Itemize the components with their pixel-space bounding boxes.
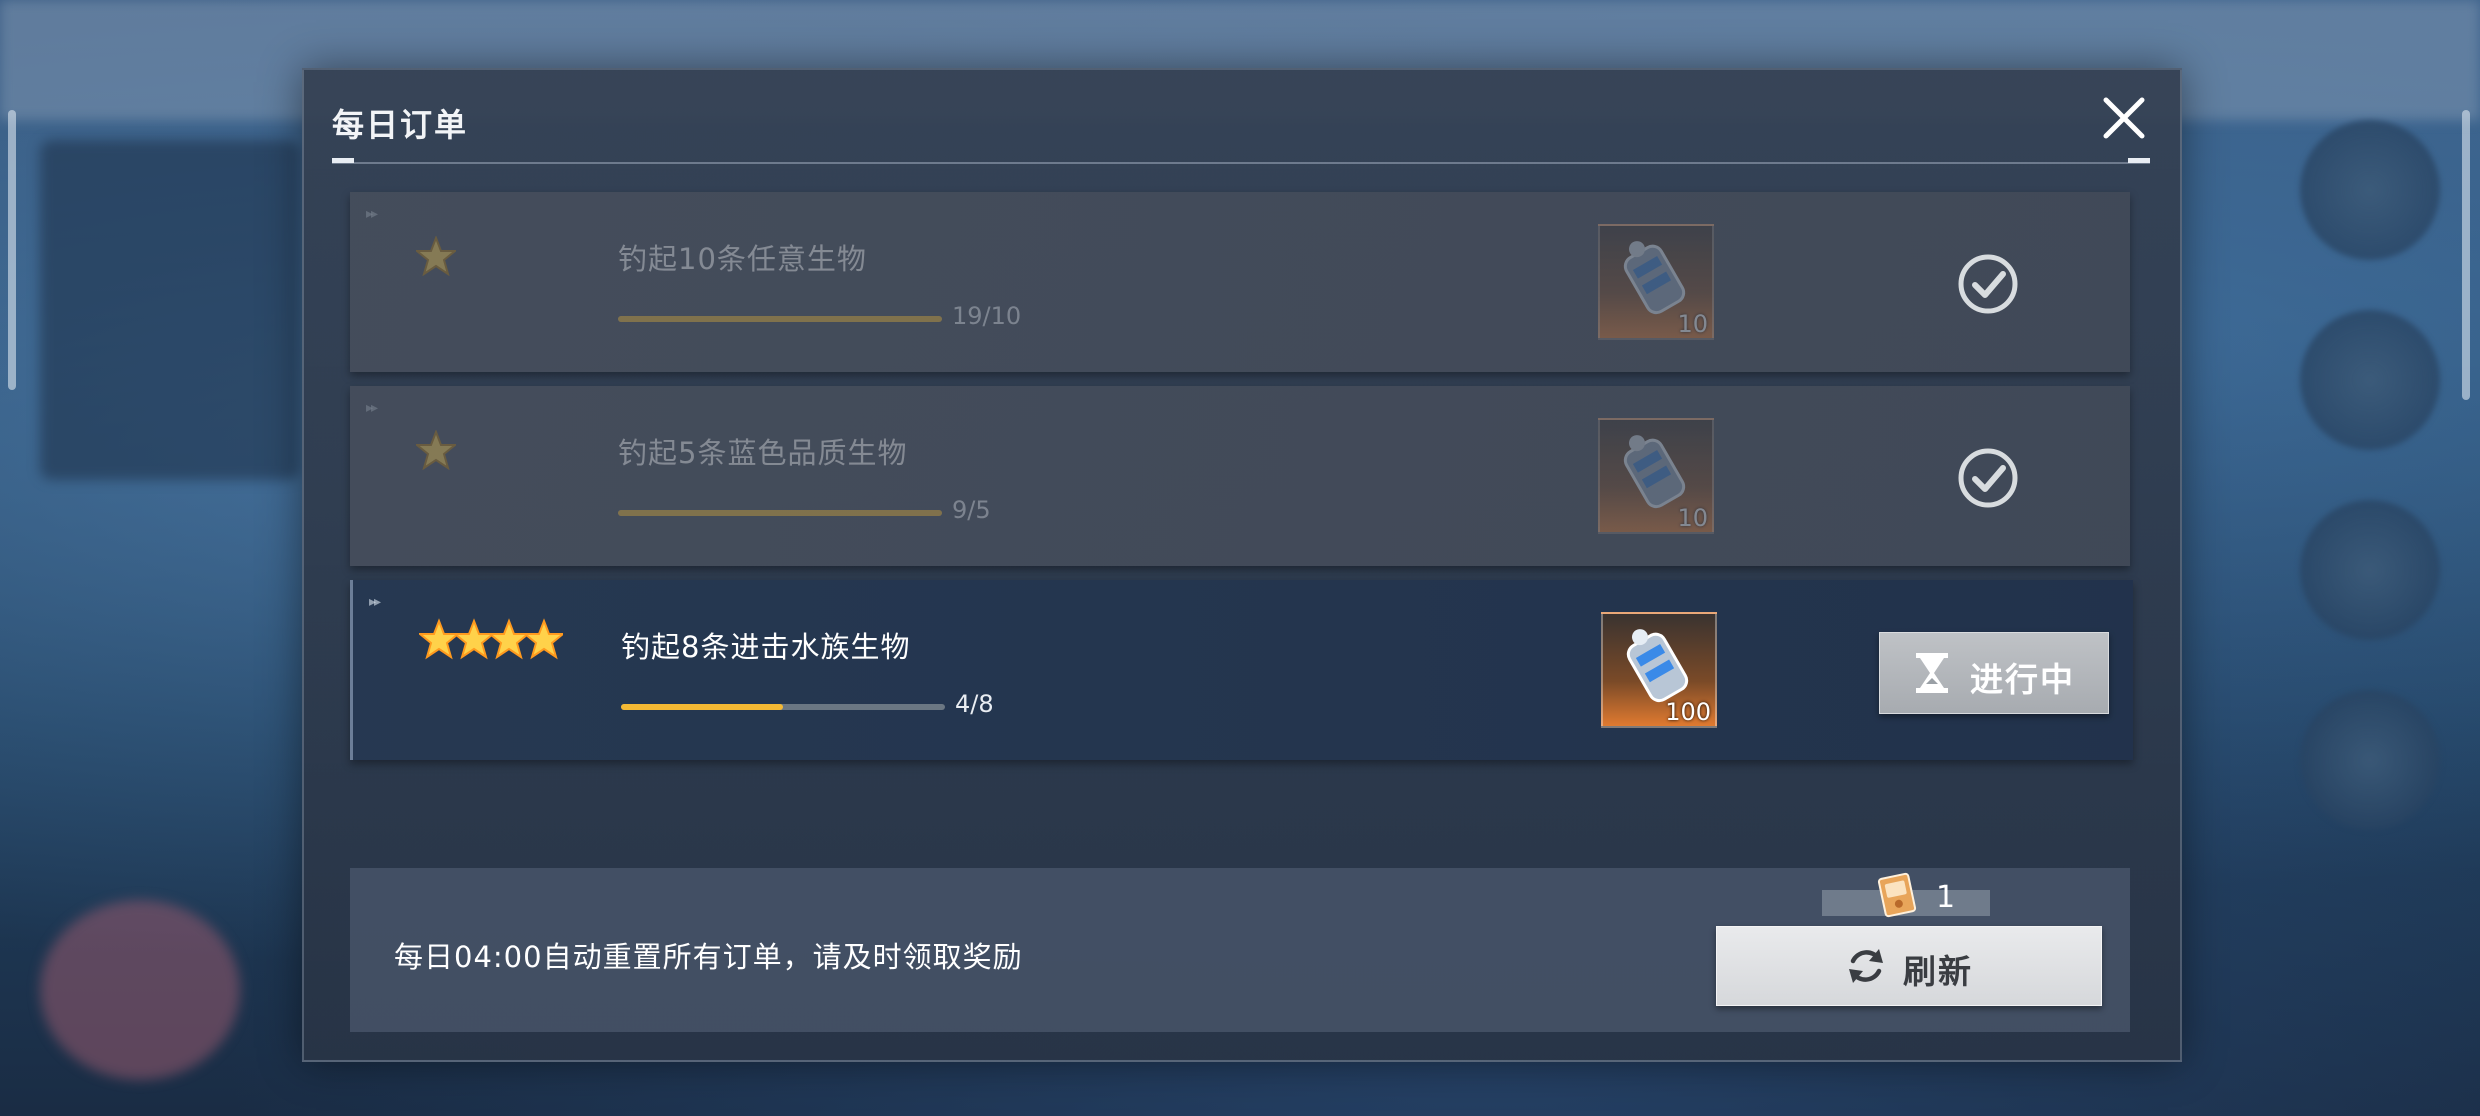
order-card: ▸▸ 钓起5条蓝色品质生物 9/5 10 xyxy=(350,386,2130,566)
reward-item[interactable]: 100 xyxy=(1601,612,1717,728)
corner-arrows-icon: ▸▸ xyxy=(366,206,378,222)
check-circle-icon xyxy=(1958,254,2018,314)
bg-left-scroll xyxy=(8,110,16,390)
reward-quantity: 100 xyxy=(1665,698,1711,726)
progress-bar xyxy=(618,510,942,516)
dialog-header: 每日订单 xyxy=(304,70,2180,162)
refresh-icon xyxy=(1849,949,1883,983)
header-divider xyxy=(332,162,2150,164)
star-icon xyxy=(414,429,458,471)
refresh-button[interactable]: 刷新 xyxy=(1716,926,2102,1006)
bg-right-scroll xyxy=(2462,110,2470,400)
progress-bar-fill xyxy=(618,510,942,516)
bg-side-circle-4 xyxy=(2300,690,2440,830)
order-title: 钓起8条进击水族生物 xyxy=(621,630,911,664)
reward-item[interactable]: 10 xyxy=(1598,224,1714,340)
order-title: 钓起10条任意生物 xyxy=(618,242,867,276)
daily-orders-dialog: 每日订单 ▸▸ 钓起10条任意生物 19/10 10 ▸▸ 钓起5条蓝色品质生物… xyxy=(302,68,2182,1062)
reset-notice: 每日04:00自动重置所有订单，请及时领取奖励 xyxy=(394,940,1023,974)
bg-left-avatar xyxy=(40,900,240,1080)
reward-item[interactable]: 10 xyxy=(1598,418,1714,534)
hourglass-icon xyxy=(1916,653,1948,693)
star-rating xyxy=(414,429,458,474)
progress-bar xyxy=(618,316,942,322)
reward-quantity: 10 xyxy=(1677,310,1708,338)
reward-quantity: 10 xyxy=(1677,504,1708,532)
progress-bar-fill xyxy=(618,316,942,322)
dialog-title: 每日订单 xyxy=(332,106,469,144)
header-tick-right xyxy=(2128,158,2150,163)
check-circle-icon xyxy=(1958,448,2018,508)
progress-bar-fill xyxy=(621,704,783,710)
four-stars-icon xyxy=(417,618,566,660)
refresh-label: 刷新 xyxy=(1903,952,1973,991)
order-card: ▸▸ 钓起10条任意生物 19/10 10 xyxy=(350,192,2130,372)
bg-left-panel xyxy=(40,140,300,480)
bg-side-circle-1 xyxy=(2300,120,2440,260)
in-progress-label: 进行中 xyxy=(1970,660,2075,699)
refresh-ticket-icon xyxy=(1877,872,1917,918)
corner-arrows-icon: ▸▸ xyxy=(366,400,378,416)
star-icon xyxy=(414,235,458,277)
corner-arrows-icon: ▸▸ xyxy=(369,594,381,610)
header-tick-left xyxy=(332,158,354,163)
progress-text: 19/10 xyxy=(952,302,1022,330)
footer-panel: 每日04:00自动重置所有订单，请及时领取奖励 1 刷新 xyxy=(350,868,2130,1032)
order-title: 钓起5条蓝色品质生物 xyxy=(618,436,908,470)
star-rating xyxy=(414,235,458,280)
in-progress-button[interactable]: 进行中 xyxy=(1879,632,2109,714)
progress-text: 4/8 xyxy=(955,690,994,718)
bg-side-circle-2 xyxy=(2300,310,2440,450)
star-rating xyxy=(417,618,566,666)
close-icon xyxy=(2103,97,2145,139)
bg-side-circle-3 xyxy=(2300,500,2440,640)
refresh-cost: 1 xyxy=(1936,880,1956,915)
close-button[interactable] xyxy=(2098,92,2150,144)
progress-bar xyxy=(621,704,945,710)
progress-text: 9/5 xyxy=(952,496,991,524)
order-card-active: ▸▸ 钓起8条进击水族生物 4/8 100 进行中 xyxy=(350,580,2133,760)
